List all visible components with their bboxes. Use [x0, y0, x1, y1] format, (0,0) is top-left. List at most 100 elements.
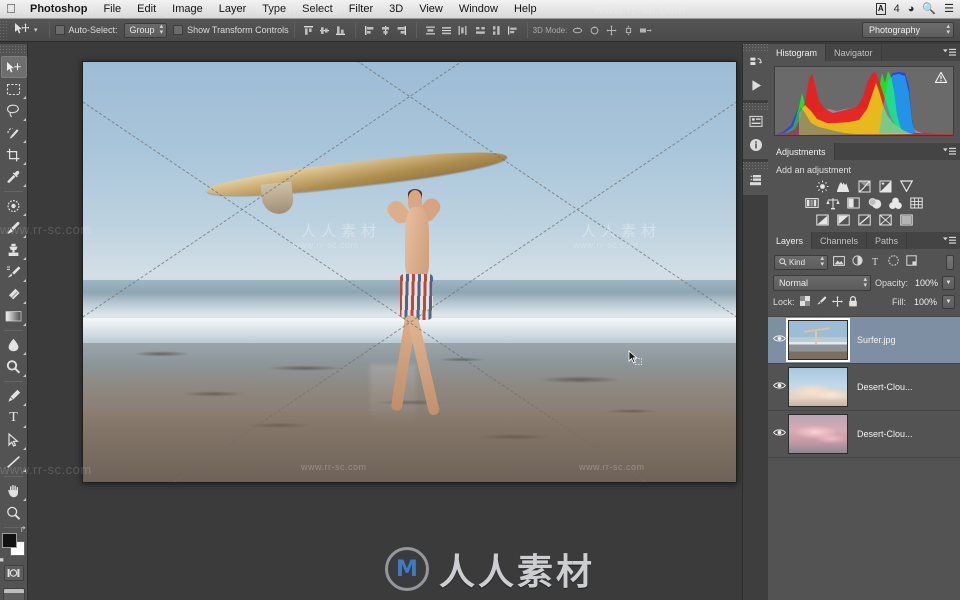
- distribute-bottom-icon[interactable]: [456, 23, 470, 38]
- slide-3d-icon[interactable]: [621, 23, 635, 38]
- input-source-icon[interactable]: A: [875, 3, 886, 15]
- align-bottom-edges-icon[interactable]: [334, 23, 348, 38]
- eraser-tool[interactable]: [1, 283, 27, 305]
- layer-thumbnail[interactable]: [788, 414, 848, 454]
- menu-file[interactable]: File: [95, 0, 129, 19]
- tool-preset-caret-icon[interactable]: ▾: [33, 26, 44, 34]
- layer-name[interactable]: Desert-Clou...: [857, 382, 913, 392]
- layer-filter-enable-toggle[interactable]: [946, 254, 954, 270]
- tab-channels[interactable]: Channels: [812, 232, 868, 249]
- table-row[interactable]: Desert-Clou...: [768, 364, 960, 411]
- tab-histogram[interactable]: Histogram: [768, 44, 827, 61]
- menu-window[interactable]: Window: [451, 0, 506, 19]
- show-transform-controls-checkbox[interactable]: [173, 25, 184, 35]
- tab-adjustments[interactable]: Adjustments: [768, 143, 835, 160]
- gradient-map-icon[interactable]: [877, 213, 893, 227]
- swap-colors-icon[interactable]: ↱: [20, 525, 27, 534]
- panel-menu-icon[interactable]: [943, 47, 956, 58]
- lasso-tool[interactable]: [1, 100, 27, 122]
- clone-stamp-tool[interactable]: [1, 239, 27, 261]
- invert-icon[interactable]: [814, 213, 830, 227]
- tools-panel-grip[interactable]: [0, 46, 27, 54]
- color-lookup-icon[interactable]: [909, 196, 925, 210]
- exposure-icon[interactable]: [877, 179, 893, 193]
- pan-3d-icon[interactable]: [604, 23, 618, 38]
- brush-tool[interactable]: [1, 217, 27, 239]
- menu-filter[interactable]: Filter: [341, 0, 381, 19]
- opacity-value[interactable]: 100%: [912, 278, 938, 288]
- dock-grip[interactable]: [743, 103, 768, 110]
- lock-transparent-pixels-icon[interactable]: [800, 296, 811, 308]
- properties-panel-icon[interactable]: [743, 110, 769, 133]
- auto-select-checkbox[interactable]: [54, 25, 65, 35]
- selective-color-icon[interactable]: [898, 213, 914, 227]
- hue-saturation-icon[interactable]: [804, 196, 820, 210]
- layer-name[interactable]: Desert-Clou...: [857, 429, 913, 439]
- blur-tool[interactable]: [1, 334, 27, 356]
- align-right-edges-icon[interactable]: [395, 23, 409, 38]
- levels-icon[interactable]: [835, 179, 851, 193]
- tab-navigator[interactable]: Navigator: [826, 44, 882, 61]
- menu-image[interactable]: Image: [164, 0, 211, 19]
- dodge-tool[interactable]: [1, 356, 27, 378]
- distribute-left-icon[interactable]: [474, 23, 488, 38]
- workspace-switcher[interactable]: Photography ▴ ▾: [862, 22, 954, 38]
- filter-type-icon[interactable]: T: [868, 257, 882, 268]
- wifi-icon[interactable]: ◕: [908, 3, 915, 15]
- menu-help[interactable]: Help: [506, 0, 545, 19]
- lock-all-icon[interactable]: [848, 295, 859, 309]
- blend-mode-dropdown[interactable]: Normal ▴ ▾: [773, 275, 871, 291]
- tab-paths[interactable]: Paths: [867, 232, 908, 249]
- dock-grip[interactable]: [743, 44, 768, 51]
- gradient-tool[interactable]: [1, 305, 27, 327]
- menu-select[interactable]: Select: [294, 0, 341, 19]
- distribute-horizontal-center-icon[interactable]: [490, 23, 504, 38]
- line-shape-tool[interactable]: [1, 451, 27, 473]
- info-panel-icon[interactable]: [743, 133, 769, 156]
- distribute-vertical-center-icon[interactable]: [440, 23, 454, 38]
- lock-position-icon[interactable]: [831, 295, 843, 309]
- history-panel-icon[interactable]: [743, 51, 769, 74]
- dock-grip[interactable]: [743, 162, 768, 169]
- spot-healing-brush-tool[interactable]: [1, 195, 27, 217]
- pen-tool[interactable]: [1, 385, 27, 407]
- brightness-contrast-icon[interactable]: [814, 179, 830, 193]
- menu-edit[interactable]: Edit: [129, 0, 164, 19]
- hand-tool[interactable]: [1, 480, 27, 502]
- align-horizontal-centers-icon[interactable]: [379, 23, 393, 38]
- layer-visibility-eye-icon[interactable]: [770, 381, 788, 393]
- history-brush-tool[interactable]: [1, 261, 27, 283]
- panel-menu-icon[interactable]: [943, 146, 956, 157]
- align-vertical-centers-icon[interactable]: [318, 23, 332, 38]
- auto-select-scope-dropdown[interactable]: Group ▴ ▾: [123, 22, 168, 38]
- layer-comps-panel-icon[interactable]: [743, 169, 769, 192]
- cached-data-warning-icon[interactable]: [934, 71, 948, 83]
- fill-value[interactable]: 100%: [911, 297, 937, 307]
- layer-name[interactable]: Surfer.jpg: [857, 335, 896, 345]
- filter-smart-object-icon[interactable]: [904, 255, 918, 269]
- menu-type[interactable]: Type: [254, 0, 294, 19]
- path-selection-tool[interactable]: [1, 429, 27, 451]
- histogram-plot[interactable]: [774, 66, 954, 136]
- opacity-chevron-down-icon[interactable]: ▼: [942, 276, 955, 290]
- color-swatches[interactable]: ↱ ■: [0, 525, 27, 564]
- apple-logo-icon[interactable]: : [0, 2, 22, 17]
- threshold-icon[interactable]: [856, 213, 872, 227]
- table-row[interactable]: Surfer.jpg: [768, 317, 960, 364]
- actions-panel-icon[interactable]: [743, 74, 769, 97]
- move-tool-icon[interactable]: [9, 22, 33, 38]
- color-balance-icon[interactable]: [825, 196, 841, 210]
- menu-view[interactable]: View: [411, 0, 451, 19]
- layer-thumbnail[interactable]: [788, 320, 848, 360]
- vibrance-icon[interactable]: [898, 179, 914, 193]
- menu-layer[interactable]: Layer: [211, 0, 255, 19]
- canvas[interactable]: 人人素材 www.rr-sc.com 人人素材 www.rr-sc.com ww…: [82, 61, 737, 483]
- quick-mask-toggle[interactable]: [3, 565, 24, 581]
- lock-image-pixels-icon[interactable]: [816, 296, 827, 308]
- layer-visibility-eye-icon[interactable]: [770, 428, 788, 440]
- align-left-edges-icon[interactable]: [363, 23, 377, 38]
- layer-thumbnail[interactable]: [788, 367, 848, 407]
- table-row[interactable]: Desert-Clou...: [768, 411, 960, 458]
- menu-photoshop[interactable]: Photoshop: [22, 0, 95, 19]
- distribute-right-icon[interactable]: [506, 23, 520, 38]
